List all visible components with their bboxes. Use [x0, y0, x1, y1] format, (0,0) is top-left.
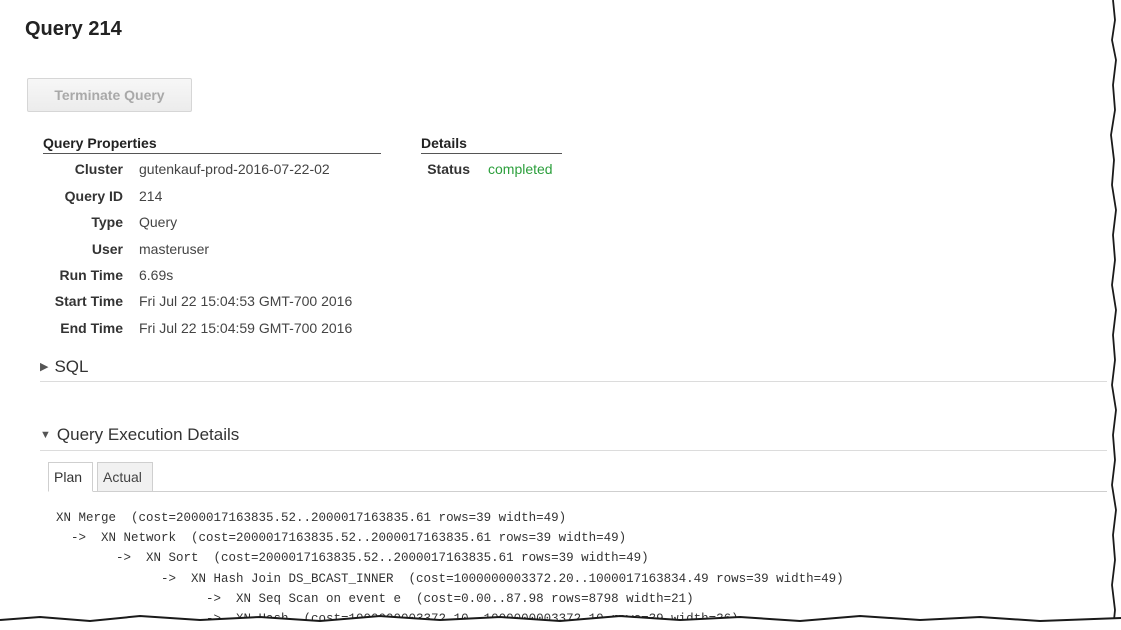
sql-section-toggle[interactable]: ▶ SQL — [40, 357, 89, 377]
property-label: Run Time — [59, 267, 123, 283]
query-detail-page: Query 214 Terminate Query Query Properti… — [0, 0, 1121, 630]
caret-down-icon: ▼ — [40, 429, 51, 441]
torn-edge-right — [1107, 0, 1121, 630]
property-value: Fri Jul 22 15:04:59 GMT-700 2016 — [139, 320, 353, 336]
property-row-user: User masteruser — [0, 240, 400, 258]
property-row-end-time: End Time Fri Jul 22 15:04:59 GMT-700 201… — [0, 319, 400, 337]
property-value: 214 — [139, 188, 163, 204]
execution-divider — [40, 450, 1108, 451]
plan-line: -> XN Sort (cost=2000017163835.52..20000… — [56, 551, 649, 565]
status-label: Status — [427, 161, 470, 177]
plan-line: -> XN Hash Join DS_BCAST_INNER (cost=100… — [56, 572, 844, 586]
property-row-start-time: Start Time Fri Jul 22 15:04:53 GMT-700 2… — [0, 292, 400, 310]
details-heading: Details — [421, 135, 562, 154]
property-label: Start Time — [54, 293, 123, 309]
property-row-run-time: Run Time 6.69s — [0, 266, 400, 284]
plan-line: -> XN Seq Scan on event e (cost=0.00..87… — [56, 592, 694, 606]
property-label: Type — [91, 214, 123, 230]
status-value: completed — [488, 161, 553, 177]
plan-line: -> XN Network (cost=2000017163835.52..20… — [56, 531, 627, 545]
property-row-type: Type Query — [0, 213, 400, 231]
terminate-query-button[interactable]: Terminate Query — [27, 78, 192, 112]
details-row-status: Status completed — [0, 160, 600, 178]
execution-details-toggle[interactable]: ▼ Query Execution Details — [40, 425, 239, 445]
plan-line: XN Merge (cost=2000017163835.52..2000017… — [56, 511, 567, 525]
caret-right-icon: ▶ — [40, 361, 49, 373]
page-title: Query 214 — [25, 18, 122, 40]
property-value: Fri Jul 22 15:04:53 GMT-700 2016 — [139, 293, 353, 309]
property-label: Query ID — [64, 188, 123, 204]
property-row-query-id: Query ID 214 — [0, 187, 400, 205]
tab-plan[interactable]: Plan — [48, 462, 93, 492]
tab-strip-border — [48, 491, 1108, 492]
property-label: End Time — [60, 320, 123, 336]
query-properties-heading: Query Properties — [43, 135, 381, 154]
property-value: 6.69s — [139, 267, 174, 283]
sql-divider — [40, 381, 1108, 382]
torn-edge-bottom — [0, 614, 1121, 630]
execution-details-label: Query Execution Details — [56, 425, 240, 444]
property-value: Query — [139, 214, 178, 230]
tab-actual[interactable]: Actual — [97, 462, 153, 492]
property-label: User — [91, 241, 123, 257]
property-value: masteruser — [139, 241, 210, 257]
sql-section-label: SQL — [54, 357, 89, 376]
